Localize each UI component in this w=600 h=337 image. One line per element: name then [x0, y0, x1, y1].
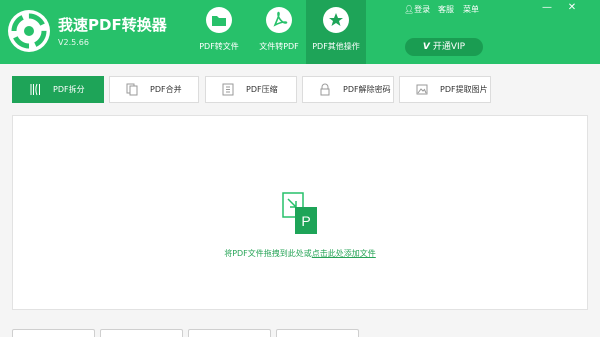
login-link[interactable]: 👤︎登录	[404, 4, 430, 15]
bottom-action-button[interactable]	[188, 329, 271, 337]
app-header: 我速PDF转换器 V2.5.66 PDF转文件 文件转PDF PDF其他操作 👤…	[0, 0, 600, 64]
add-file-link[interactable]: 点击此处添加文件	[312, 249, 376, 258]
star-icon	[323, 7, 349, 33]
compress-icon	[222, 83, 234, 96]
drop-hint-text: 将PDF文件拖拽到此处或	[224, 249, 312, 258]
app-title: 我速PDF转换器	[58, 16, 167, 34]
subtab-pdf-extract-images[interactable]: PDF提取图片	[399, 76, 491, 103]
subtab-label: PDF合并	[150, 85, 182, 94]
split-icon	[30, 83, 40, 96]
pdf-icon	[266, 7, 292, 33]
subtab-label: PDF解除密码	[343, 85, 391, 94]
close-button[interactable]: ✕	[566, 2, 578, 14]
subtab-pdf-merge[interactable]: PDF合并	[109, 76, 199, 103]
vip-icon: V	[422, 42, 430, 52]
pdf-file-icon: P	[282, 192, 317, 234]
image-icon	[416, 84, 428, 95]
merge-icon	[126, 83, 138, 96]
vip-label: 开通VIP	[432, 42, 466, 52]
svg-text:P: P	[301, 213, 310, 229]
subtab-pdf-compress[interactable]: PDF压缩	[205, 76, 297, 103]
folder-icon	[206, 7, 232, 33]
tab-label: PDF其他操作	[312, 42, 360, 51]
file-drop-zone[interactable]: P 将PDF文件拖拽到此处或点击此处添加文件	[12, 115, 588, 310]
minimize-button[interactable]: —	[541, 2, 553, 14]
tab-file-to-pdf[interactable]: 文件转PDF	[250, 0, 308, 64]
tab-pdf-to-file[interactable]: PDF转文件	[190, 0, 248, 64]
tab-pdf-other[interactable]: PDF其他操作	[306, 0, 366, 64]
tab-label: PDF转文件	[199, 42, 239, 51]
app-version: V2.5.66	[58, 38, 89, 47]
user-icon: 👤︎	[404, 5, 415, 14]
bottom-action-button[interactable]	[276, 329, 359, 337]
subtab-pdf-unlock[interactable]: PDF解除密码	[302, 76, 394, 103]
menu-link[interactable]: 菜单	[463, 4, 479, 15]
bottom-action-button[interactable]	[100, 329, 183, 337]
tab-label: 文件转PDF	[259, 42, 299, 51]
subtab-label: PDF压缩	[246, 85, 278, 94]
drop-hint: 将PDF文件拖拽到此处或点击此处添加文件	[13, 248, 587, 259]
bottom-action-button[interactable]	[12, 329, 95, 337]
app-logo-icon	[8, 10, 50, 52]
open-vip-button[interactable]: V 开通VIP	[405, 38, 483, 56]
subtab-label: PDF拆分	[53, 85, 85, 94]
unlock-icon	[320, 83, 330, 96]
service-link[interactable]: 客服	[438, 4, 454, 15]
subtab-pdf-split[interactable]: PDF拆分	[12, 76, 104, 103]
subtab-label: PDF提取图片	[440, 85, 488, 94]
